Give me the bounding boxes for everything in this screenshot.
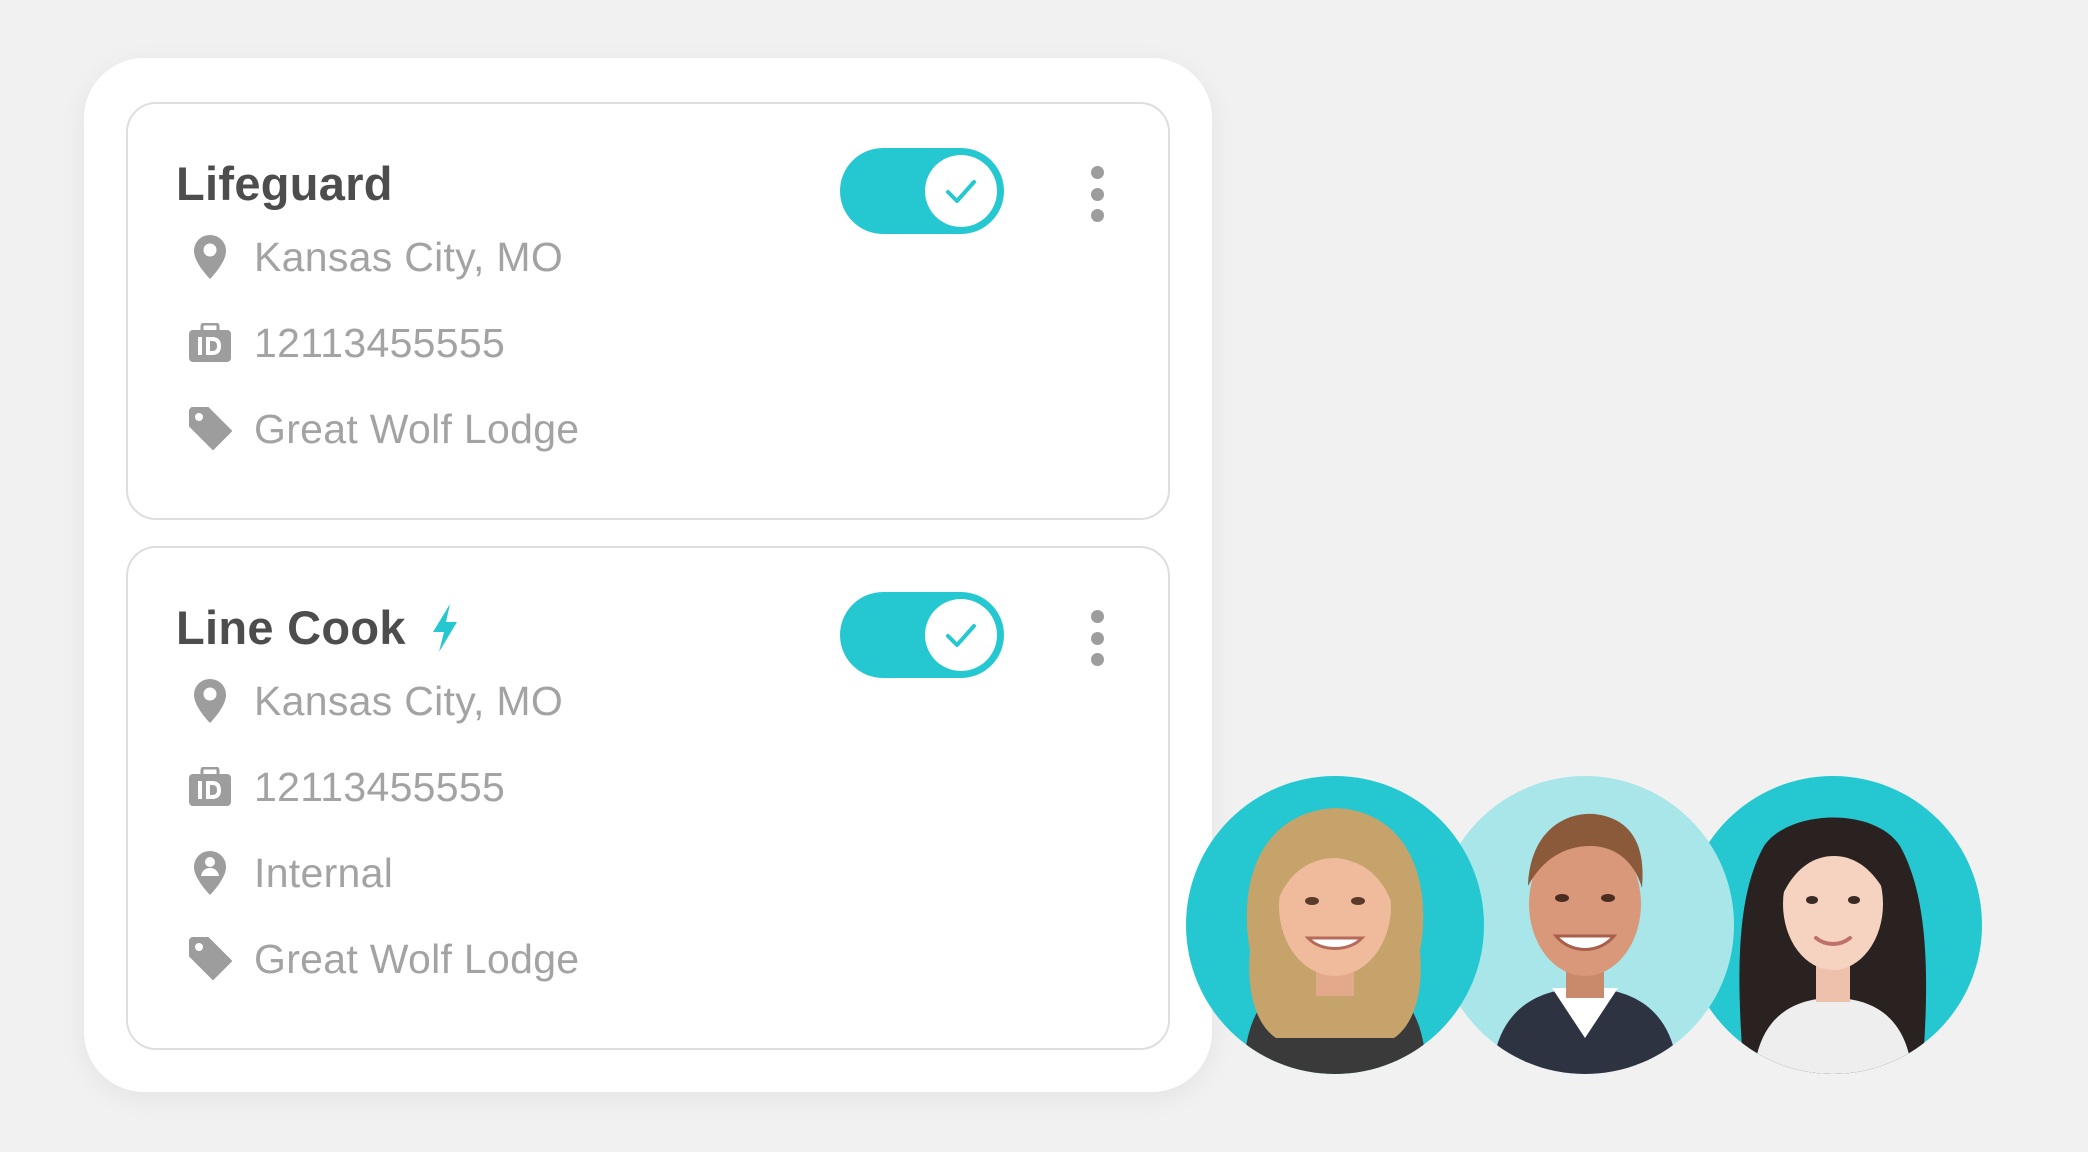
map-pin-icon [186,677,234,725]
job-card-line-cook[interactable]: Line Cook Kansas City, MO 12113455555 In… [126,546,1170,1050]
job-title: Lifeguard [176,157,393,210]
job-id-row: 12113455555 [186,318,505,368]
person-pin-icon [186,849,234,897]
checkmark-icon [946,180,976,203]
job-menu-button[interactable] [1082,610,1112,666]
job-title-row: Line Cook [176,600,460,655]
id-badge-icon [186,763,234,811]
tag-icon [186,935,234,983]
job-type: Internal [254,849,394,896]
job-location-row: Kansas City, MO [186,232,563,282]
job-category-row: Great Wolf Lodge [186,934,579,984]
job-location: Kansas City, MO [254,233,564,280]
job-category-row: Great Wolf Lodge [186,404,579,454]
job-title-row: Lifeguard [176,156,393,211]
kebab-dot [1090,166,1104,179]
job-location-row: Kansas City, MO [186,676,563,726]
lightning-bolt-icon [430,603,460,653]
checkmark-icon [946,624,976,647]
kebab-dot [1090,631,1104,645]
map-pin-icon [186,233,234,281]
kebab-dot [1090,187,1104,201]
kebab-dot [1090,610,1104,623]
job-type-row: Internal [186,848,393,898]
job-id-row: 12113455555 [186,762,505,812]
avatar[interactable] [1186,776,1484,1074]
kebab-dot [1090,209,1104,222]
job-title: Line Cook [176,601,406,654]
tag-icon [186,405,234,453]
job-active-toggle[interactable] [840,592,1004,678]
toggle-knob [925,155,997,227]
job-category: Great Wolf Lodge [254,935,580,982]
id-badge-icon [186,319,234,367]
job-id: 12113455555 [254,763,506,810]
job-category: Great Wolf Lodge [254,405,580,452]
kebab-dot [1090,653,1104,666]
job-location: Kansas City, MO [254,677,564,724]
candidate-avatars [1186,776,1982,1076]
job-card-lifeguard[interactable]: Lifeguard Kansas City, MO 12113455555 Gr… [126,102,1170,520]
jobs-panel: Lifeguard Kansas City, MO 12113455555 Gr… [84,58,1212,1092]
job-id: 12113455555 [254,319,506,366]
job-active-toggle[interactable] [840,148,1004,234]
toggle-knob [925,599,997,671]
job-menu-button[interactable] [1082,166,1112,222]
